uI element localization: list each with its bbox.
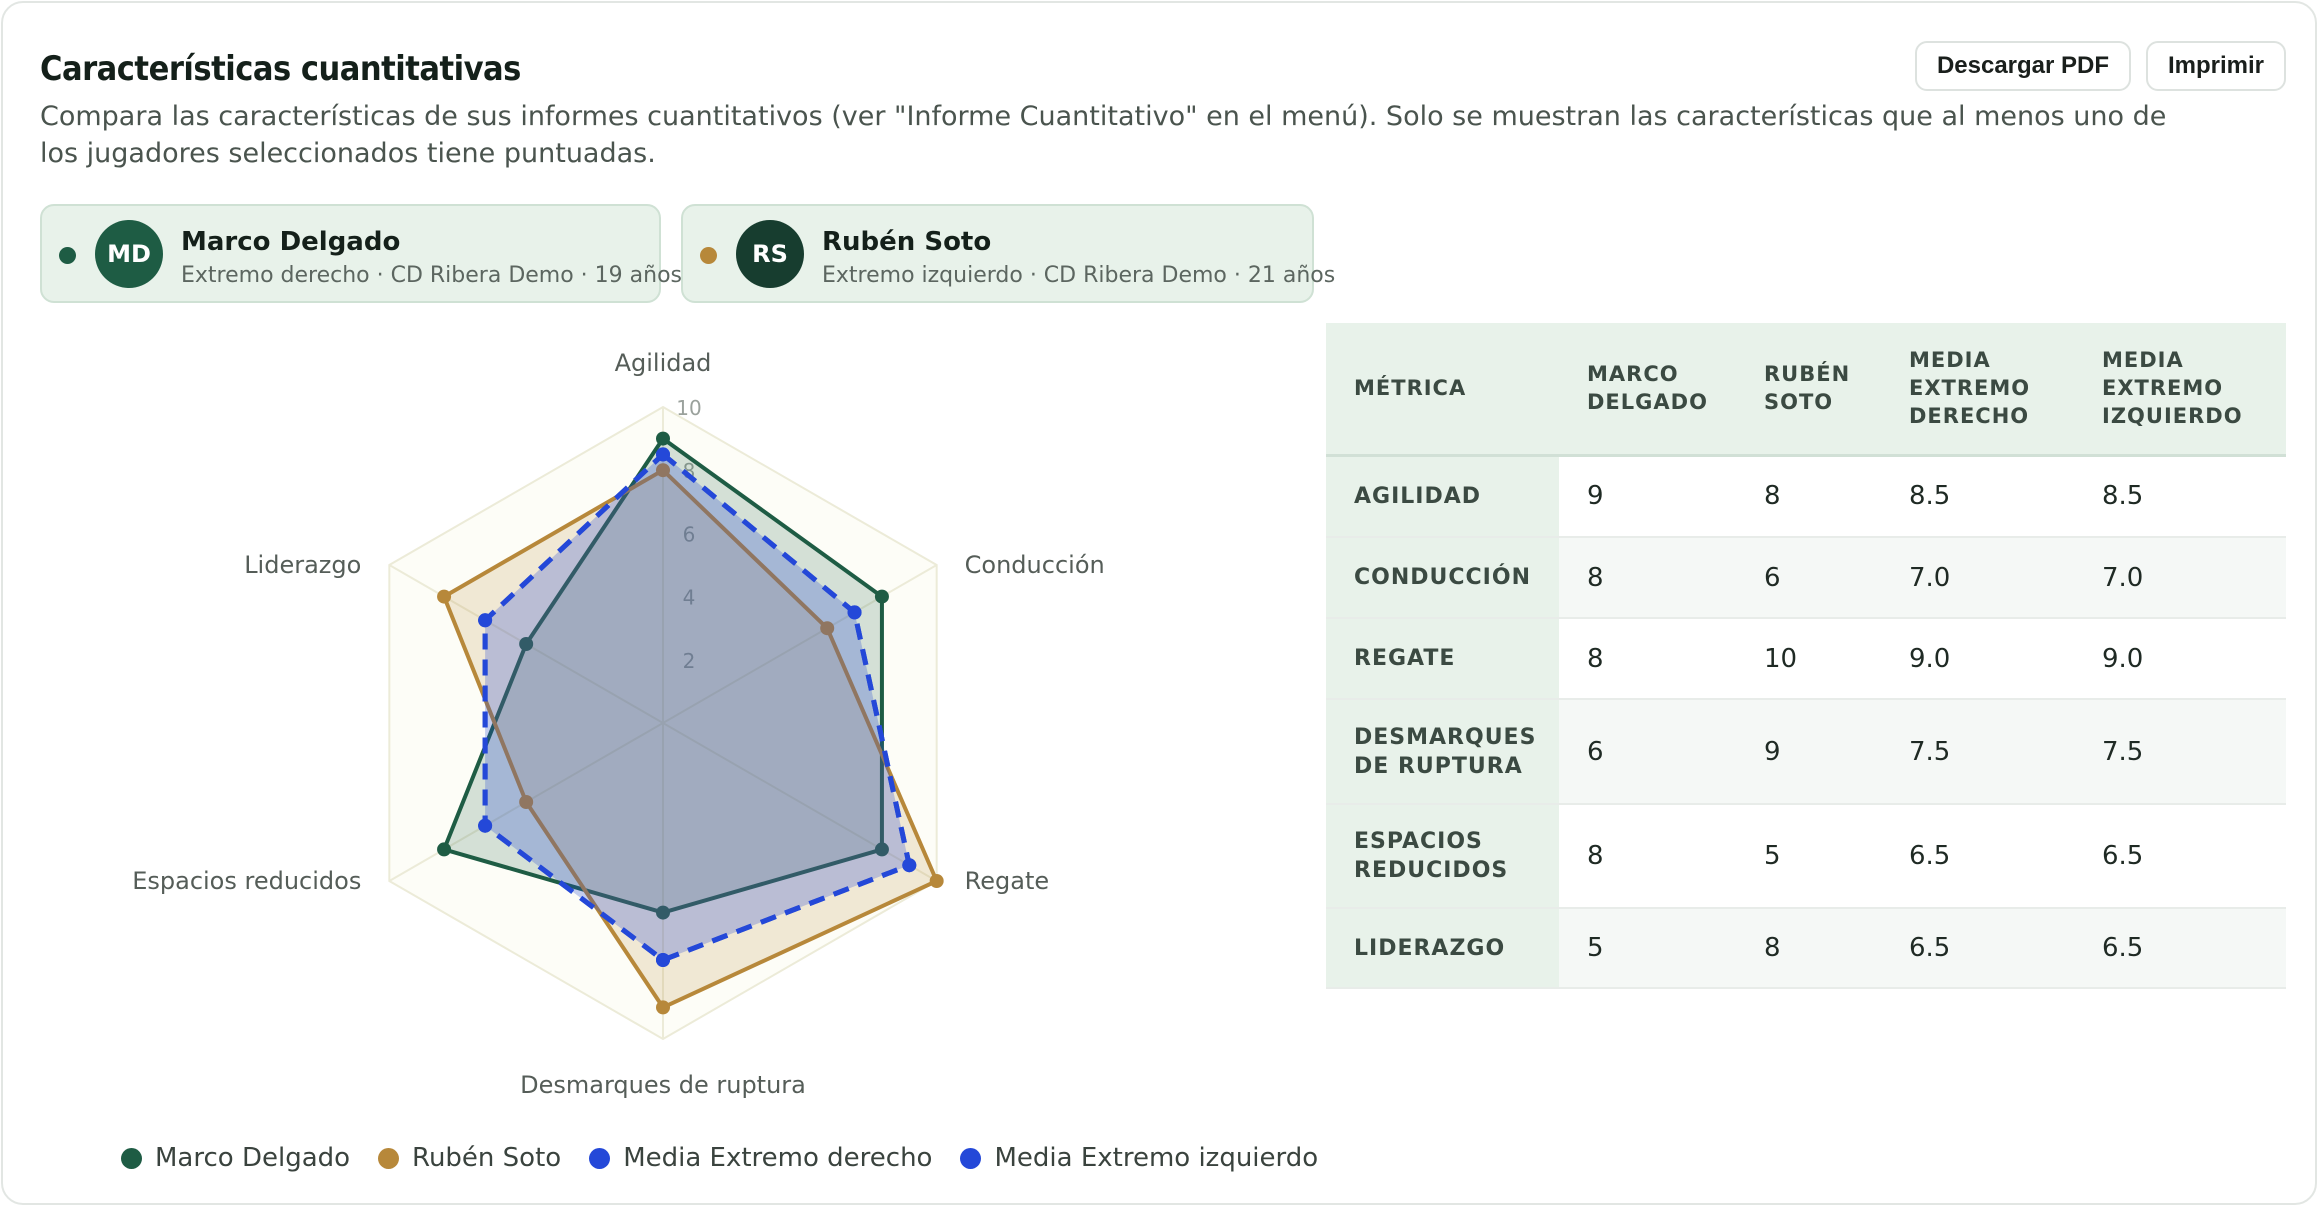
legend-marker xyxy=(378,1147,400,1169)
radar-data-point xyxy=(874,589,889,604)
value-cell: 6.5 xyxy=(2074,908,2286,989)
table-row: CONDUCCIÓN 8 6 7.0 7.0 xyxy=(1326,537,2286,619)
radar-data-point xyxy=(656,953,670,967)
column-header-metric: MÉTRICA xyxy=(1326,323,1559,457)
value-cell: 9.0 xyxy=(2074,618,2286,700)
value-cell: 5 xyxy=(1559,908,1736,989)
download-pdf-button[interactable]: Descargar PDF xyxy=(1915,41,2131,91)
quantitative-characteristics-card: Características cuantitativas Compara la… xyxy=(1,1,2317,1205)
radar-data-point xyxy=(656,447,670,462)
legend-marker xyxy=(589,1147,611,1169)
radar-data-point xyxy=(437,589,452,604)
table-row: LIDERAZGO 5 8 6.5 6.5 xyxy=(1326,908,2286,989)
radar-data-point xyxy=(656,431,670,446)
radar-data-point xyxy=(902,858,917,873)
metric-cell: ESPACIOS REDUCIDOS xyxy=(1326,804,1559,909)
legend-marker xyxy=(960,1147,982,1169)
column-header-marco-delgado: MARCO DELGADO xyxy=(1559,323,1736,457)
metric-cell: DESMARQUES DE RUPTURA xyxy=(1326,699,1559,805)
page-title: Características cuantitativas xyxy=(40,49,521,89)
metric-cell: CONDUCCIÓN xyxy=(1326,537,1559,619)
player-card-marco-delgado[interactable]: MD Marco Delgado Extremo derecho · CD Ri… xyxy=(40,204,682,303)
column-header-media-extremo-izquierdo: MEDIA EXTREMO IZQUIERDO xyxy=(2074,323,2286,457)
radar-axis-label: Desmarques de ruptura xyxy=(520,1071,806,1099)
comparison-table-container: MÉTRICA MARCO DELGADO RUBÉN SOTO MEDIA E… xyxy=(1326,323,2286,989)
radar-data-point xyxy=(929,874,944,888)
column-header-ruben-soto: RUBÉN SOTO xyxy=(1736,323,1881,457)
avatar: RS xyxy=(736,220,804,288)
legend-item-media-extremo-izquierdo[interactable]: Media Extremo izquierdo xyxy=(960,1143,1318,1173)
metric-cell: LIDERAZGO xyxy=(1326,908,1559,989)
radar-tick-label: 10 xyxy=(676,396,701,420)
value-cell: 6 xyxy=(1559,699,1736,805)
player-meta: Extremo derecho · CD Ribera Demo · 19 añ… xyxy=(181,263,682,288)
value-cell: 6.5 xyxy=(1881,804,2074,909)
print-button[interactable]: Imprimir xyxy=(2146,41,2286,91)
value-cell: 6.5 xyxy=(1881,908,2074,989)
radar-data-point xyxy=(437,842,452,857)
radar-data-point xyxy=(478,818,493,833)
radar-data-point xyxy=(656,1000,670,1015)
radar-data-point xyxy=(478,613,493,628)
legend-item-marco-delgado[interactable]: Marco Delgado xyxy=(121,1143,350,1173)
radar-axis-label: Liderazgo xyxy=(244,551,361,579)
avatar: MD xyxy=(95,220,163,288)
player-name: Marco Delgado xyxy=(181,227,401,257)
radar-data-point xyxy=(847,605,862,620)
value-cell: 6.5 xyxy=(2074,804,2286,909)
value-cell: 8.5 xyxy=(2074,455,2286,538)
value-cell: 8.5 xyxy=(1881,455,2074,538)
table-row: ESPACIOS REDUCIDOS 8 5 6.5 6.5 xyxy=(1326,804,2286,909)
radar-chart-svg: 246810AgilidadConducciónRegateDesmarques… xyxy=(132,349,1105,1099)
value-cell: 7.5 xyxy=(2074,699,2286,805)
page-description: Compara las características de sus infor… xyxy=(40,101,2167,169)
metric-cell: REGATE xyxy=(1326,618,1559,700)
legend-label: Marco Delgado xyxy=(155,1143,351,1173)
legend-label: Rubén Soto xyxy=(412,1143,562,1173)
metric-cell: AGILIDAD xyxy=(1326,455,1559,538)
value-cell: 7.0 xyxy=(2074,537,2286,619)
player-color-dot xyxy=(700,247,717,264)
radar-chart: 246810AgilidadConducciónRegateDesmarques… xyxy=(103,333,1223,1113)
value-cell: 6 xyxy=(1736,537,1881,619)
chart-legend: Marco Delgado Rubén Soto Media Extremo d… xyxy=(121,1143,1346,1173)
value-cell: 8 xyxy=(1736,908,1881,989)
value-cell: 8 xyxy=(1736,455,1881,538)
value-cell: 8 xyxy=(1559,804,1736,909)
legend-label: Media Extremo izquierdo xyxy=(994,1143,1319,1173)
legend-item-ruben-soto[interactable]: Rubén Soto xyxy=(378,1143,561,1173)
player-meta: Extremo izquierdo · CD Ribera Demo · 21 … xyxy=(822,263,1336,288)
value-cell: 8 xyxy=(1559,537,1736,619)
legend-item-media-extremo-derecho[interactable]: Media Extremo derecho xyxy=(589,1143,932,1173)
table-row: AGILIDAD 9 8 8.5 8.5 xyxy=(1326,455,2286,538)
legend-label: Media Extremo derecho xyxy=(623,1143,933,1173)
radar-axis-label: Espacios reducidos xyxy=(132,867,361,895)
player-card-ruben-soto[interactable]: RS Rubén Soto Extremo izquierdo · CD Rib… xyxy=(681,204,1335,303)
value-cell: 7.5 xyxy=(1881,699,2074,805)
value-cell: 5 xyxy=(1736,804,1881,909)
player-color-dot xyxy=(59,247,76,264)
value-cell: 9 xyxy=(1559,455,1736,538)
column-header-media-extremo-derecho: MEDIA EXTREMO DERECHO xyxy=(1881,323,2074,457)
radar-axis-label: Regate xyxy=(965,867,1049,895)
value-cell: 7.0 xyxy=(1881,537,2074,619)
radar-axis-label: Conducción xyxy=(965,551,1105,579)
value-cell: 8 xyxy=(1559,618,1736,700)
table-row: DESMARQUES DE RUPTURA 6 9 7.5 7.5 xyxy=(1326,699,2286,805)
comparison-table: MÉTRICA MARCO DELGADO RUBÉN SOTO MEDIA E… xyxy=(1326,323,2286,989)
table-row: REGATE 8 10 9.0 9.0 xyxy=(1326,618,2286,700)
value-cell: 9 xyxy=(1736,699,1881,805)
table-header-row: MÉTRICA MARCO DELGADO RUBÉN SOTO MEDIA E… xyxy=(1326,323,2286,457)
player-name: Rubén Soto xyxy=(822,227,992,257)
value-cell: 9.0 xyxy=(1881,618,2074,700)
legend-marker xyxy=(121,1147,142,1169)
value-cell: 10 xyxy=(1736,618,1881,700)
radar-axis-label: Agilidad xyxy=(615,349,712,377)
